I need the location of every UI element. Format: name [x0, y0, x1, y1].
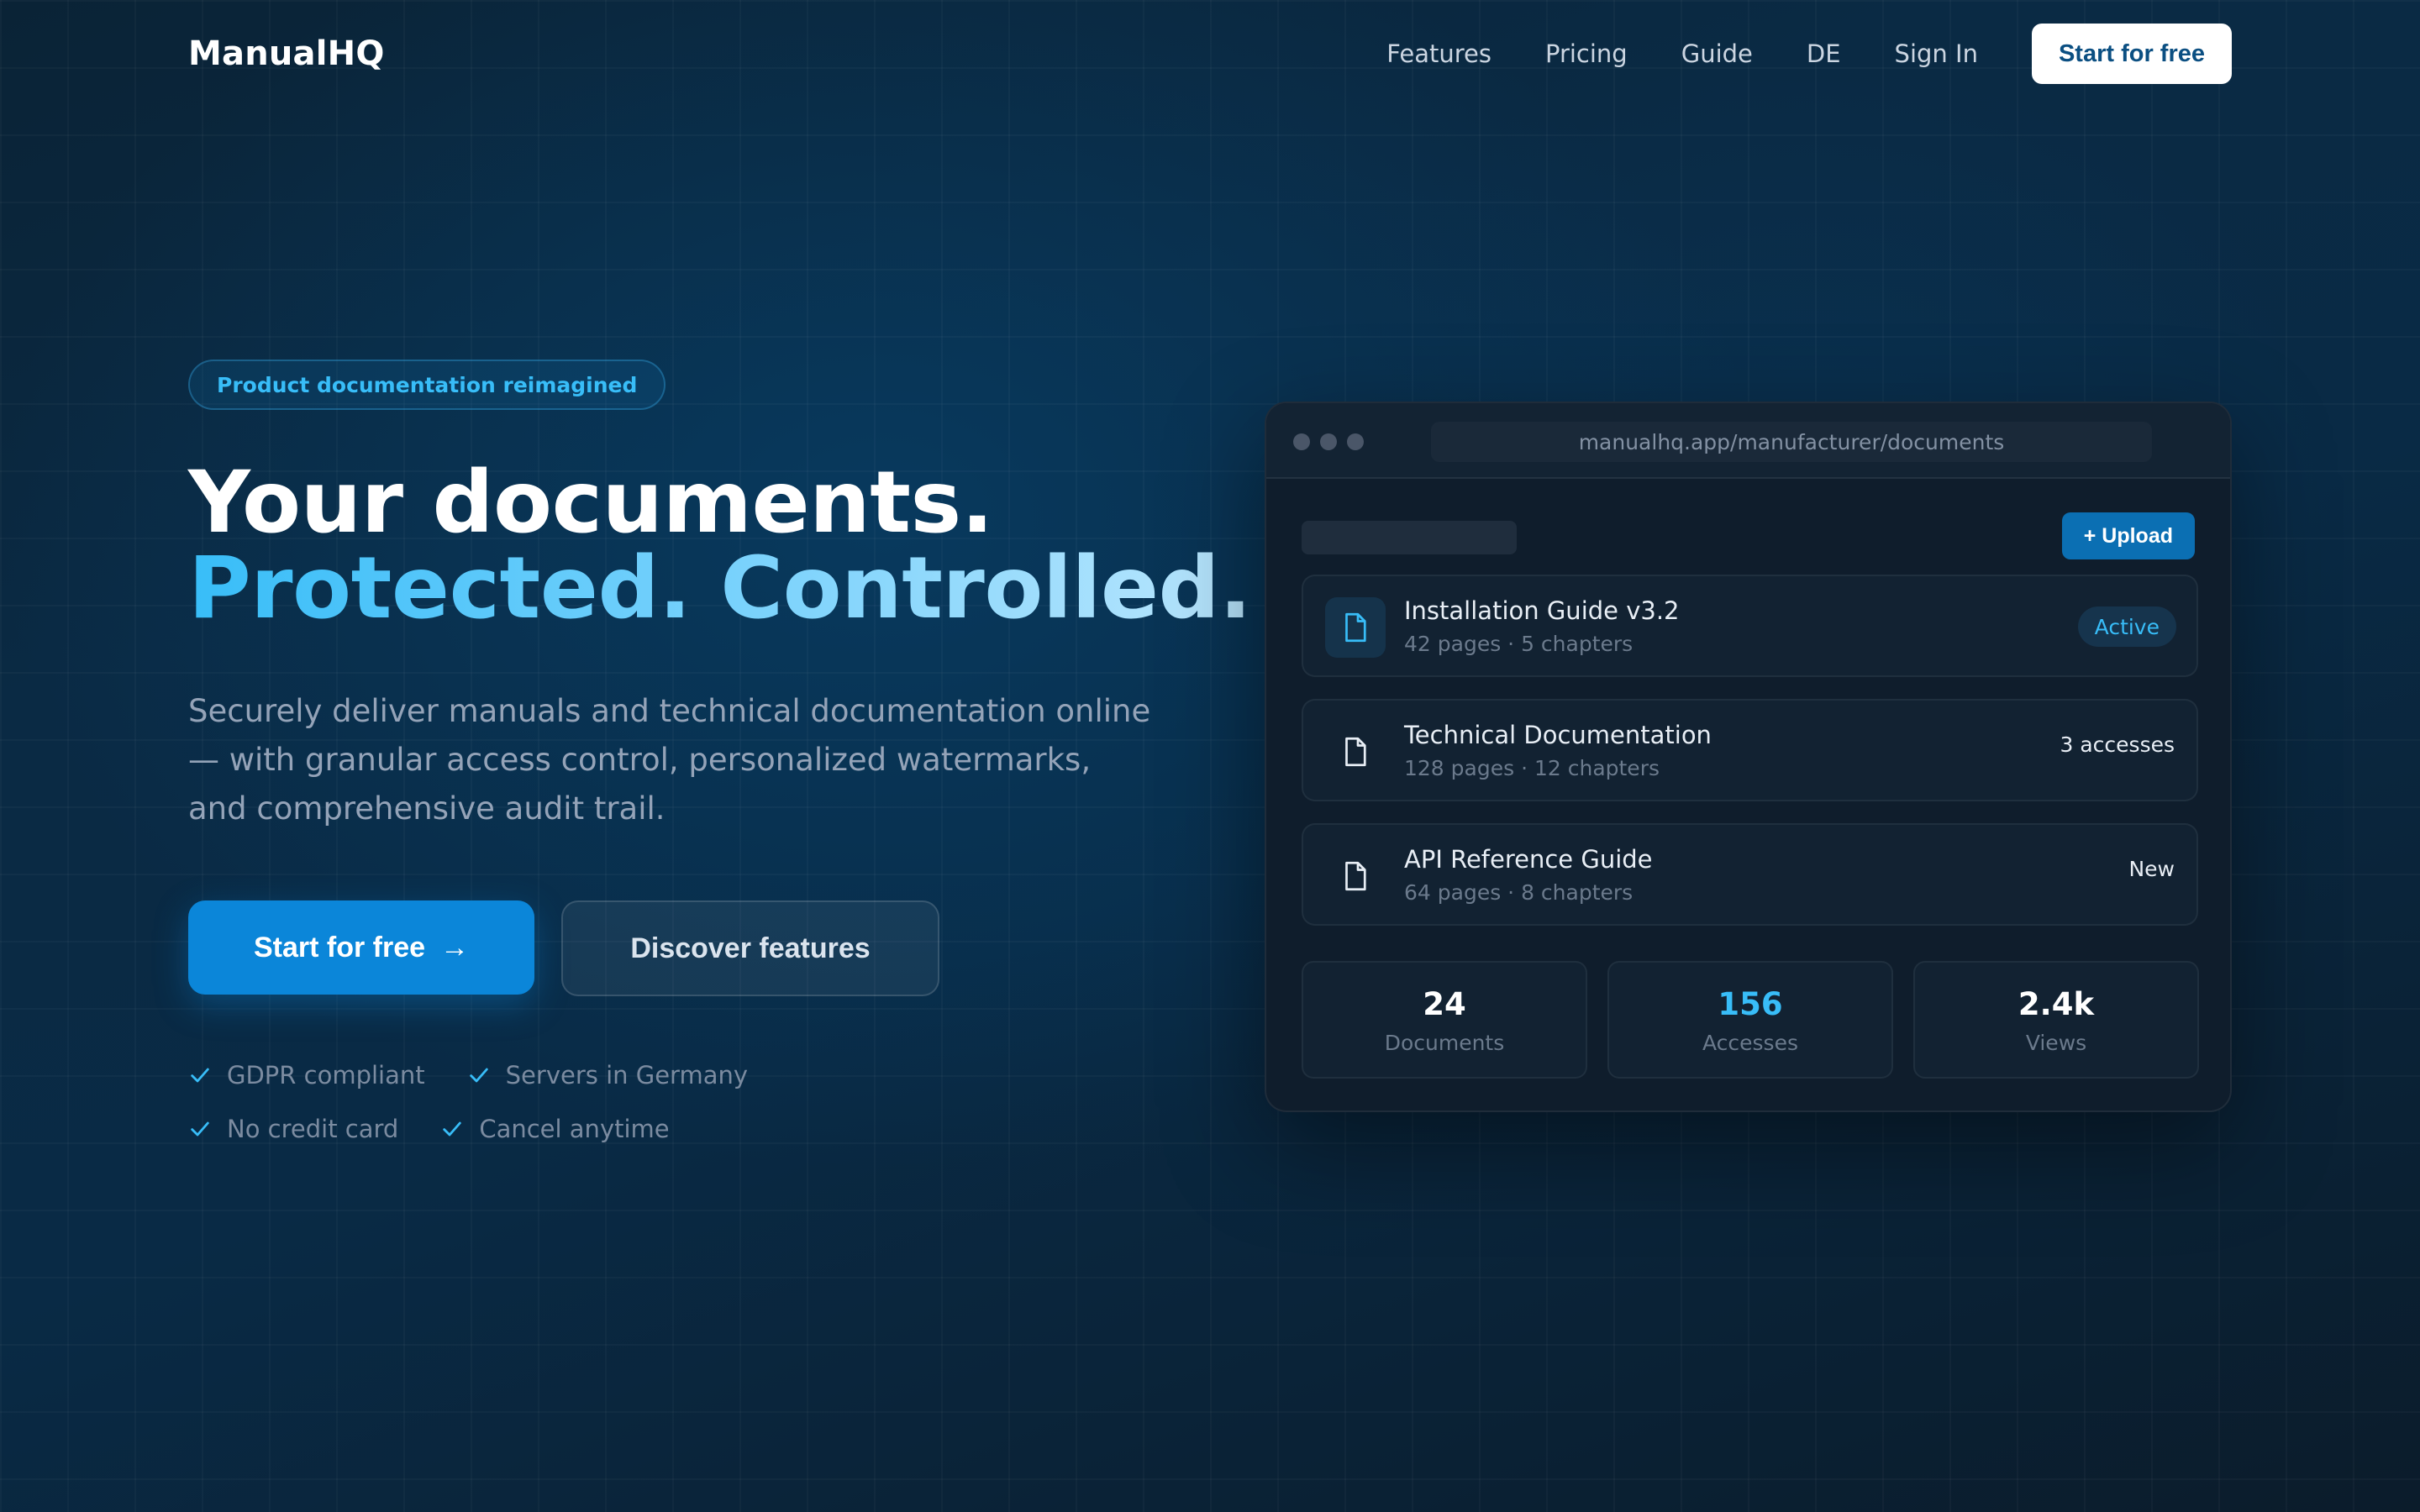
check-item: No credit card — [188, 1114, 398, 1144]
check-label: Servers in Germany — [505, 1061, 749, 1089]
access-count: 3 accesses — [2060, 732, 2175, 757]
hero-headline-line1: Your documents. — [188, 453, 993, 553]
nav-link-guide[interactable]: Guide — [1681, 39, 1753, 68]
stat-label: Accesses — [1702, 1031, 1798, 1055]
file-icon — [1345, 737, 1366, 767]
window-dot-icon — [1320, 433, 1337, 450]
header-start-free-button[interactable]: Start for free — [2031, 24, 2232, 84]
nav-link-pricing[interactable]: Pricing — [1545, 39, 1628, 68]
window-controls — [1293, 433, 1374, 450]
discover-features-button[interactable]: Discover features — [561, 900, 939, 996]
checkmark-icon — [191, 1121, 209, 1137]
check-label: No credit card — [227, 1115, 399, 1143]
browser-bar: manualhq.app/manufacturer/documents — [1266, 403, 2230, 479]
status-badge: Active — [2077, 606, 2176, 647]
file-icon — [1345, 861, 1366, 891]
app-preview-window: manualhq.app/manufacturer/documents + Up… — [1265, 402, 2232, 1112]
document-icon-box — [1325, 597, 1386, 658]
window-dot-icon — [1347, 433, 1364, 450]
document-meta: 64 pages · 8 chapters — [1404, 880, 1634, 905]
start-free-button-label: Start for free — [253, 931, 426, 963]
stat-card-views: 2.4k Views — [1913, 961, 2199, 1079]
stat-value: 2.4k — [2018, 986, 2095, 1022]
nav-link-language[interactable]: DE — [1807, 39, 1841, 68]
stat-value: 24 — [1423, 986, 1466, 1022]
trust-checklist: GDPR compliant Servers in Germany No cre… — [188, 1060, 1028, 1144]
document-title: API Reference Guide — [1404, 845, 1653, 874]
document-row[interactable]: API Reference Guide 64 pages · 8 chapter… — [1302, 823, 2198, 926]
document-icon-box — [1325, 846, 1386, 906]
upload-button[interactable]: + Upload — [2061, 512, 2195, 559]
file-icon — [1345, 612, 1366, 643]
stat-card-documents: 24 Documents — [1302, 961, 1587, 1079]
hero-headline-line2: Protected. Controlled. — [188, 538, 1252, 638]
check-label: GDPR compliant — [227, 1061, 425, 1089]
top-nav: ManualHQ Features Pricing Guide DE Sign … — [188, 24, 2232, 84]
check-label: Cancel anytime — [479, 1115, 670, 1143]
stat-label: Documents — [1384, 1031, 1505, 1055]
start-free-button[interactable]: Start for free → — [188, 900, 534, 995]
stat-card-accesses: 156 Accesses — [1607, 961, 1893, 1079]
check-item: GDPR compliant — [188, 1060, 425, 1090]
document-meta: 128 pages · 12 chapters — [1404, 756, 1660, 780]
new-label: New — [2128, 857, 2175, 881]
arrow-right-icon: → — [440, 931, 470, 963]
window-dot-icon — [1293, 433, 1310, 450]
document-row[interactable]: Installation Guide v3.2 42 pages · 5 cha… — [1302, 575, 2198, 677]
nav-link-sign-in[interactable]: Sign In — [1895, 39, 1978, 68]
document-title: Installation Guide v3.2 — [1404, 596, 1680, 625]
checkmark-icon — [191, 1068, 209, 1083]
document-meta: 42 pages · 5 chapters — [1404, 632, 1634, 656]
logo[interactable]: ManualHQ — [188, 34, 385, 73]
stat-value: 156 — [1718, 986, 1783, 1022]
check-item: Cancel anytime — [440, 1114, 670, 1144]
check-item: Servers in Germany — [467, 1060, 748, 1090]
document-row[interactable]: Technical Documentation 128 pages · 12 c… — [1302, 699, 2198, 801]
document-title: Technical Documentation — [1404, 721, 1712, 749]
checkmark-icon — [443, 1121, 462, 1137]
nav-menu: Features Pricing Guide DE Sign In Start … — [1386, 24, 2232, 84]
hero-badge: Product documentation reimagined — [188, 360, 666, 410]
stat-label: Views — [2025, 1031, 2087, 1055]
hero-headline: Your documents. Protected. Controlled. — [188, 453, 1252, 638]
document-icon-box — [1325, 722, 1386, 782]
hero-subtitle: Securely deliver manuals and technical d… — [188, 693, 1151, 827]
nav-link-features[interactable]: Features — [1386, 39, 1491, 68]
checkmark-icon — [469, 1068, 488, 1083]
search-placeholder-bar — [1302, 521, 1517, 554]
address-bar: manualhq.app/manufacturer/documents — [1431, 422, 2152, 462]
